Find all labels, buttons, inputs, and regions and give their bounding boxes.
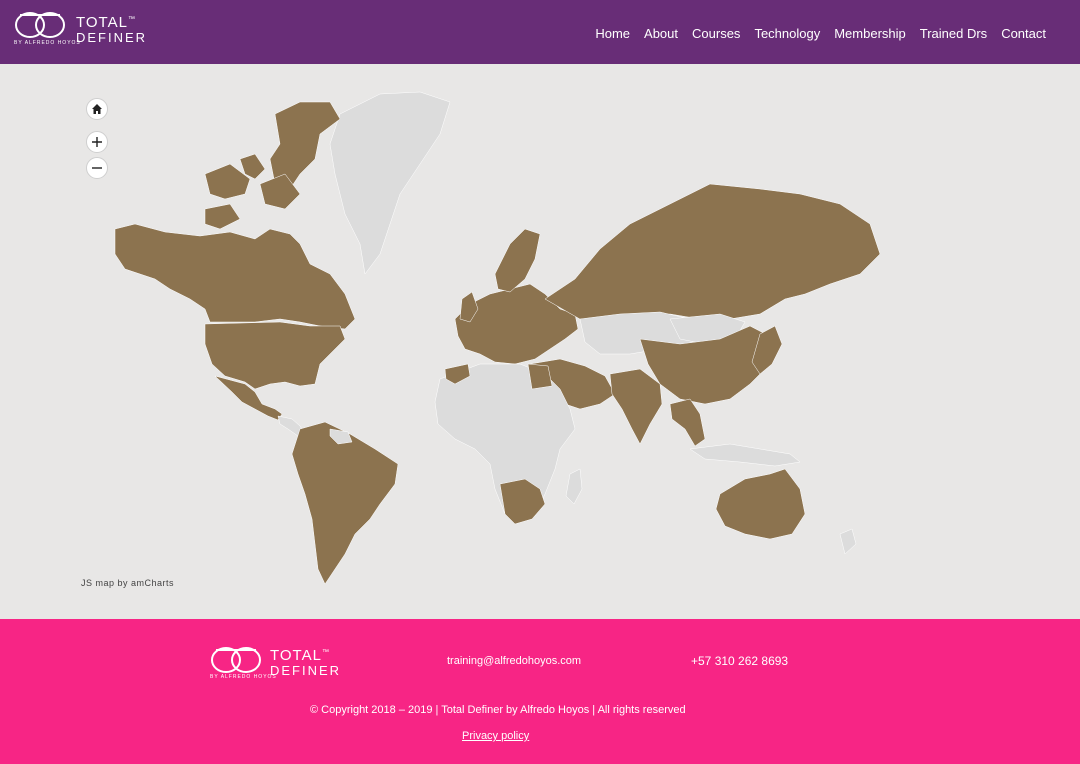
site-logo[interactable]: TOTAL™ DEFINER BY ALFREDO HOYOS (12, 10, 152, 52)
logo-mark-icon (211, 647, 261, 673)
brand-line1: TOTAL™ (76, 14, 136, 31)
footer-copyright: © Copyright 2018 – 2019 | Total Definer … (310, 704, 686, 716)
world-map-canvas[interactable] (0, 64, 1080, 619)
map-region-australia (715, 468, 806, 540)
main-nav: Home About Courses Technology Membership… (595, 26, 1046, 41)
footer-email-link[interactable]: training@alfredohoyos.com (447, 655, 581, 667)
map-zoom-out-button[interactable] (86, 157, 108, 179)
site-footer: TOTAL™ DEFINER BY ALFREDO HOYOS training… (0, 619, 1080, 764)
map-region-russia (544, 183, 881, 330)
home-icon (92, 104, 102, 114)
nav-courses[interactable]: Courses (692, 26, 740, 41)
map-home-button[interactable] (86, 98, 108, 120)
brand-by: BY ALFREDO HOYOS (14, 40, 81, 46)
plus-icon (92, 137, 102, 147)
map-region-south-america (291, 421, 399, 585)
map-credit-link[interactable]: JS map by amCharts (81, 578, 174, 588)
footer-brand-line1: TOTAL™ (270, 647, 330, 664)
nav-home[interactable]: Home (595, 26, 630, 41)
nav-about[interactable]: About (644, 26, 678, 41)
map-zoom-in-button[interactable] (86, 131, 108, 153)
minus-icon (92, 167, 102, 169)
map-region-madagascar (565, 468, 583, 505)
map-region-canada (114, 223, 356, 330)
footer-brand-by: BY ALFREDO HOYOS (210, 674, 277, 680)
nav-contact[interactable]: Contact (1001, 26, 1046, 41)
map-region-new-zealand (839, 528, 857, 555)
logo-mark-icon (15, 12, 65, 38)
nav-trained-drs[interactable]: Trained Drs (920, 26, 987, 41)
map-region-indonesia (689, 443, 801, 467)
map-region-southeast-asia (669, 398, 706, 447)
map-region-india (609, 368, 663, 445)
brand-line2: DEFINER (76, 30, 148, 45)
privacy-policy-link[interactable]: Privacy policy (462, 730, 529, 742)
footer-logo[interactable]: TOTAL™ DEFINER BY ALFREDO HOYOS (208, 645, 348, 685)
map-region-scandinavia (494, 228, 541, 293)
map-region-greenland (329, 91, 451, 275)
nav-technology[interactable]: Technology (754, 26, 820, 41)
footer-brand-line2: DEFINER (270, 663, 342, 678)
world-map[interactable]: JS map by amCharts (0, 64, 1080, 619)
site-header: TOTAL™ DEFINER BY ALFREDO HOYOS Home Abo… (0, 0, 1080, 64)
nav-membership[interactable]: Membership (834, 26, 906, 41)
footer-phone-link[interactable]: +57 310 262 8693 (691, 654, 788, 668)
